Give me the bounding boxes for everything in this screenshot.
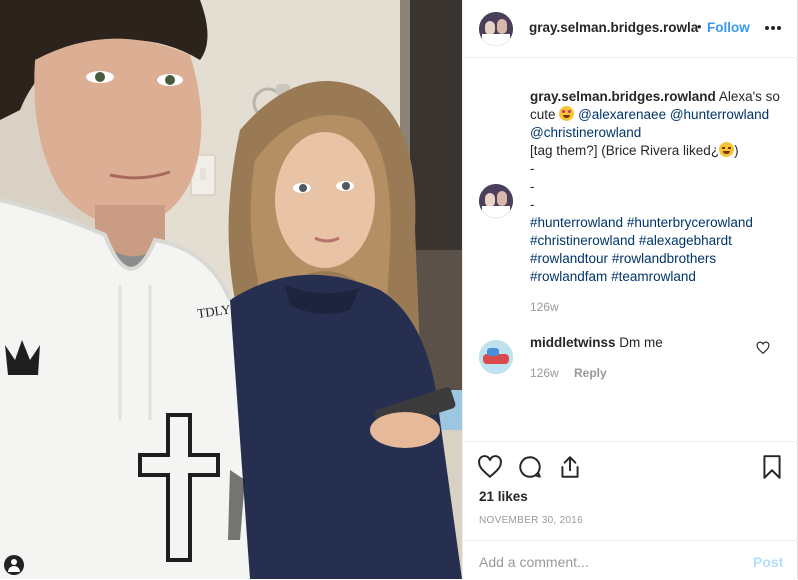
author-avatar[interactable] — [479, 12, 513, 46]
comment-timestamp[interactable]: 126w — [530, 366, 559, 380]
hashtag-hunterrowland[interactable]: #hunterrowland — [530, 215, 623, 230]
caption-dash: - — [530, 197, 535, 212]
add-comment-bar: Post — [463, 540, 798, 580]
comment-input[interactable] — [479, 552, 729, 572]
share-icon[interactable] — [557, 454, 583, 480]
mention-christinerowland[interactable]: @christinerowland — [530, 125, 641, 140]
post-header: gray.selman.bridges.rowla • Follow — [463, 0, 798, 58]
caption-text-tag: [tag them?] (Brice Rivera liked¿ — [530, 143, 720, 158]
comment-text: Dm me — [619, 335, 663, 350]
follow-button[interactable]: Follow — [707, 20, 750, 35]
instagram-post: TDLY gray.selman.bridges.rowla • Follow — [0, 0, 798, 579]
laughing-emoji-icon — [719, 142, 735, 157]
like-count[interactable]: 21 likes — [479, 489, 528, 504]
caption-dash: - — [530, 161, 535, 176]
heart-icon[interactable] — [477, 454, 503, 480]
hashtag-christinerowland[interactable]: #christinerowland — [530, 233, 635, 248]
hashtag-rowlandbrothers[interactable]: #rowlandbrothers — [612, 251, 716, 266]
post-actions: 21 likes NOVEMBER 30, 2016 Post — [463, 441, 798, 579]
caption-author-avatar[interactable] — [479, 184, 513, 218]
comment-icon[interactable] — [517, 454, 543, 480]
photo-illustration: TDLY — [0, 0, 462, 579]
caption-dash: - — [530, 179, 535, 194]
more-options-icon[interactable] — [765, 26, 781, 30]
post-comment-button[interactable]: Post — [753, 554, 783, 570]
like-comment-heart-icon[interactable] — [756, 341, 770, 355]
comment-item: middletwinss Dm me — [530, 335, 663, 350]
caption-text-close: ) — [734, 143, 739, 158]
reply-button[interactable]: Reply — [574, 366, 607, 380]
hashtag-rowlandfam[interactable]: #rowlandfam — [530, 269, 607, 284]
caption-username[interactable]: gray.selman.bridges.rowland — [530, 89, 716, 104]
hashtag-teamrowland[interactable]: #teamrowland — [611, 269, 696, 284]
hashtag-hunterbrycerowland[interactable]: #hunterbrycerowland — [627, 215, 753, 230]
mention-hunterrowland[interactable]: @hunterrowland — [670, 107, 769, 122]
commenter-username[interactable]: middletwinss — [530, 335, 616, 350]
post-date[interactable]: NOVEMBER 30, 2016 — [479, 515, 583, 526]
tagged-user-icon[interactable] — [4, 555, 24, 575]
commenter-avatar[interactable] — [479, 340, 513, 374]
mention-alexarenaee[interactable]: @alexarenaee — [578, 107, 666, 122]
post-side-panel: gray.selman.bridges.rowla • Follow gray.… — [462, 0, 798, 579]
header-separator: • — [697, 19, 702, 34]
hashtag-rowlandtour[interactable]: #rowlandtour — [530, 251, 608, 266]
caption-timestamp[interactable]: 126w — [530, 300, 559, 314]
hashtag-alexagebhardt[interactable]: #alexagebhardt — [639, 233, 732, 248]
bookmark-icon[interactable] — [759, 454, 785, 480]
heart-eyes-emoji-icon — [559, 106, 575, 121]
post-photo[interactable]: TDLY — [0, 0, 462, 579]
author-username[interactable]: gray.selman.bridges.rowla — [529, 20, 698, 35]
post-caption: gray.selman.bridges.rowland Alexa's so c… — [530, 88, 782, 286]
